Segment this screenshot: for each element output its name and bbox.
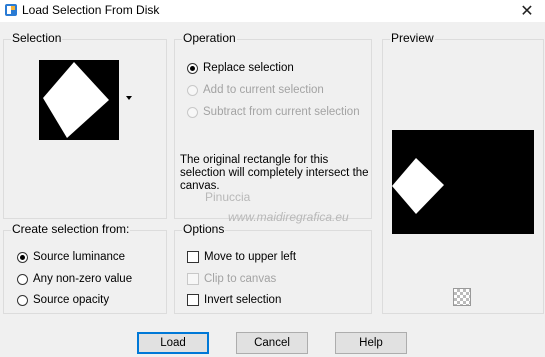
selection-group: Selection bbox=[3, 31, 167, 219]
load-button[interactable]: Load bbox=[137, 332, 209, 354]
help-button[interactable]: Help bbox=[335, 332, 407, 354]
checkbox-box[interactable] bbox=[187, 273, 199, 285]
checkbox-label: Move to upper left bbox=[204, 251, 297, 263]
selection-thumbnail[interactable] bbox=[39, 60, 119, 140]
transparency-checker-icon[interactable] bbox=[453, 288, 471, 306]
checkbox-label: Invert selection bbox=[204, 294, 282, 306]
preview-group-title: Preview bbox=[390, 31, 435, 45]
checkbox-label: Clip to canvas bbox=[204, 273, 277, 285]
replace-selection-radio[interactable]: Replace selection bbox=[187, 62, 294, 74]
cancel-button[interactable]: Cancel bbox=[236, 332, 308, 354]
radio-label: Replace selection bbox=[203, 62, 294, 74]
preview-canvas bbox=[392, 130, 534, 234]
source-opacity-radio[interactable]: Source opacity bbox=[17, 294, 109, 306]
close-icon[interactable]: ✕ bbox=[519, 1, 535, 21]
radio-label: Source luminance bbox=[33, 251, 126, 263]
source-luminance-radio[interactable]: Source luminance bbox=[17, 251, 125, 263]
radio-button[interactable] bbox=[187, 106, 198, 118]
create-from-group-title: Create selection from: bbox=[11, 222, 131, 236]
watermark-url: www.maidiregrafica.eu bbox=[228, 210, 349, 224]
move-to-upper-left-checkbox[interactable]: Move to upper left bbox=[187, 251, 296, 263]
clip-to-canvas-checkbox[interactable]: Clip to canvas bbox=[187, 273, 276, 285]
watermark-name: Pinuccia bbox=[205, 190, 251, 204]
radio-label: Any non-zero value bbox=[33, 273, 133, 285]
subtract-from-selection-radio[interactable]: Subtract from current selection bbox=[187, 106, 360, 118]
invert-selection-checkbox[interactable]: Invert selection bbox=[187, 294, 281, 306]
selection-group-title: Selection bbox=[11, 31, 63, 45]
radio-label: Source opacity bbox=[33, 294, 110, 306]
checkbox-box[interactable] bbox=[187, 294, 199, 306]
window-title: Load Selection From Disk bbox=[22, 3, 160, 17]
title-bar: Load Selection From Disk ✕ bbox=[0, 0, 545, 22]
dropdown-arrow-icon[interactable] bbox=[126, 96, 132, 100]
app-icon bbox=[5, 4, 17, 16]
radio-button[interactable] bbox=[187, 62, 198, 74]
radio-button[interactable] bbox=[17, 294, 28, 306]
radio-button[interactable] bbox=[17, 273, 28, 285]
operation-description: The original rectangle for this selectio… bbox=[180, 154, 369, 192]
radio-button[interactable] bbox=[187, 84, 198, 96]
operation-group-title: Operation bbox=[182, 31, 237, 45]
preview-diamond-shape bbox=[392, 158, 444, 214]
add-to-selection-radio[interactable]: Add to current selection bbox=[187, 84, 324, 96]
radio-label: Add to current selection bbox=[203, 84, 324, 96]
any-non-zero-radio[interactable]: Any non-zero value bbox=[17, 273, 132, 285]
radio-label: Subtract from current selection bbox=[203, 106, 360, 118]
checkbox-box[interactable] bbox=[187, 251, 199, 263]
dialog-body: Selection Operation Replace selection Ad… bbox=[0, 22, 545, 357]
diamond-shape bbox=[43, 62, 109, 138]
radio-button[interactable] bbox=[17, 251, 28, 263]
options-group-title: Options bbox=[182, 222, 226, 236]
